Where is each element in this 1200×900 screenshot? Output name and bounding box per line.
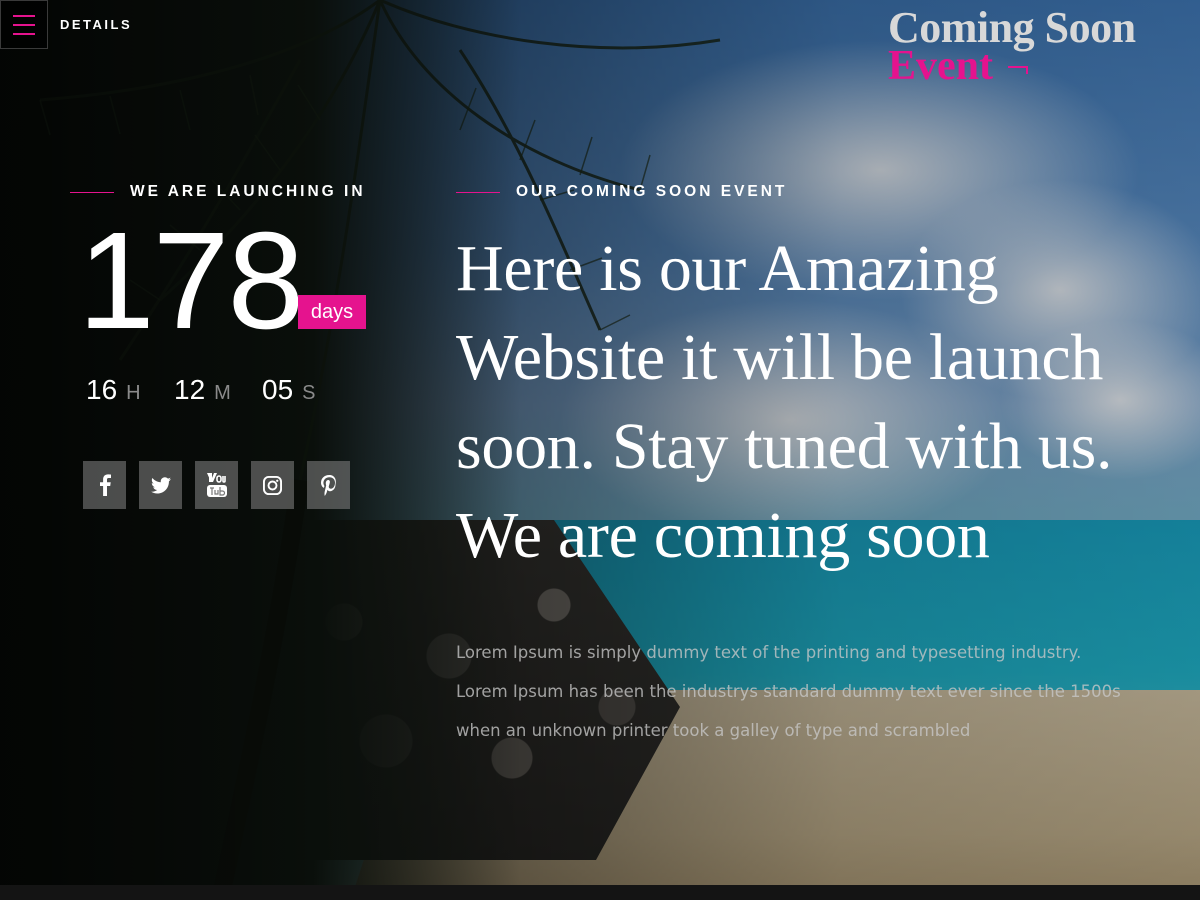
pinterest-icon — [320, 474, 336, 496]
hamburger-icon — [13, 14, 35, 17]
social-links — [83, 461, 350, 509]
minutes-suffix: M — [214, 382, 231, 404]
hours-value: 16 — [86, 374, 118, 405]
launch-label-text: WE ARE LAUNCHING IN — [130, 183, 366, 200]
seconds-suffix: S — [302, 382, 316, 404]
coming-soon-page: DETAILS Coming Soon Event WE ARE LAUNCHI… — [0, 0, 1200, 900]
youtube-icon — [206, 473, 227, 497]
pinterest-button[interactable] — [307, 461, 350, 509]
facebook-icon — [99, 474, 111, 496]
instagram-button[interactable] — [251, 461, 294, 509]
minutes-value: 12 — [174, 374, 206, 405]
hours-unit: 16 H — [86, 374, 174, 406]
footer-bar — [0, 885, 1200, 900]
label-rule — [456, 191, 500, 193]
launch-section-label: WE ARE LAUNCHING IN — [70, 183, 366, 201]
days-count: 178 — [78, 204, 304, 358]
logo-mark-icon — [1008, 66, 1028, 74]
details-link[interactable]: DETAILS — [60, 17, 132, 32]
days-badge: days — [298, 295, 366, 329]
site-logo[interactable]: Coming Soon Event — [888, 3, 1168, 89]
twitter-icon — [150, 476, 171, 493]
event-headline: Here is our Amazing Website it will be l… — [456, 232, 1113, 572]
logo-text-primary: Coming Soon — [888, 3, 1136, 52]
seconds-value: 05 — [262, 374, 294, 405]
seconds-unit: 05 S — [262, 374, 350, 406]
instagram-icon — [263, 475, 282, 495]
time-countdown: 16 H 12 M 05 S — [86, 374, 350, 406]
label-rule — [70, 191, 114, 193]
hours-suffix: H — [126, 382, 141, 404]
twitter-button[interactable] — [139, 461, 182, 509]
event-section-label: OUR COMING SOON EVENT — [456, 183, 787, 201]
event-label-text: OUR COMING SOON EVENT — [516, 183, 788, 200]
menu-button[interactable] — [0, 0, 48, 49]
minutes-unit: 12 M — [174, 374, 262, 406]
facebook-button[interactable] — [83, 461, 126, 509]
logo-text-secondary: Event — [888, 43, 993, 89]
youtube-button[interactable] — [195, 461, 238, 509]
event-description: Lorem Ipsum is simply dummy text of the … — [456, 643, 1121, 740]
